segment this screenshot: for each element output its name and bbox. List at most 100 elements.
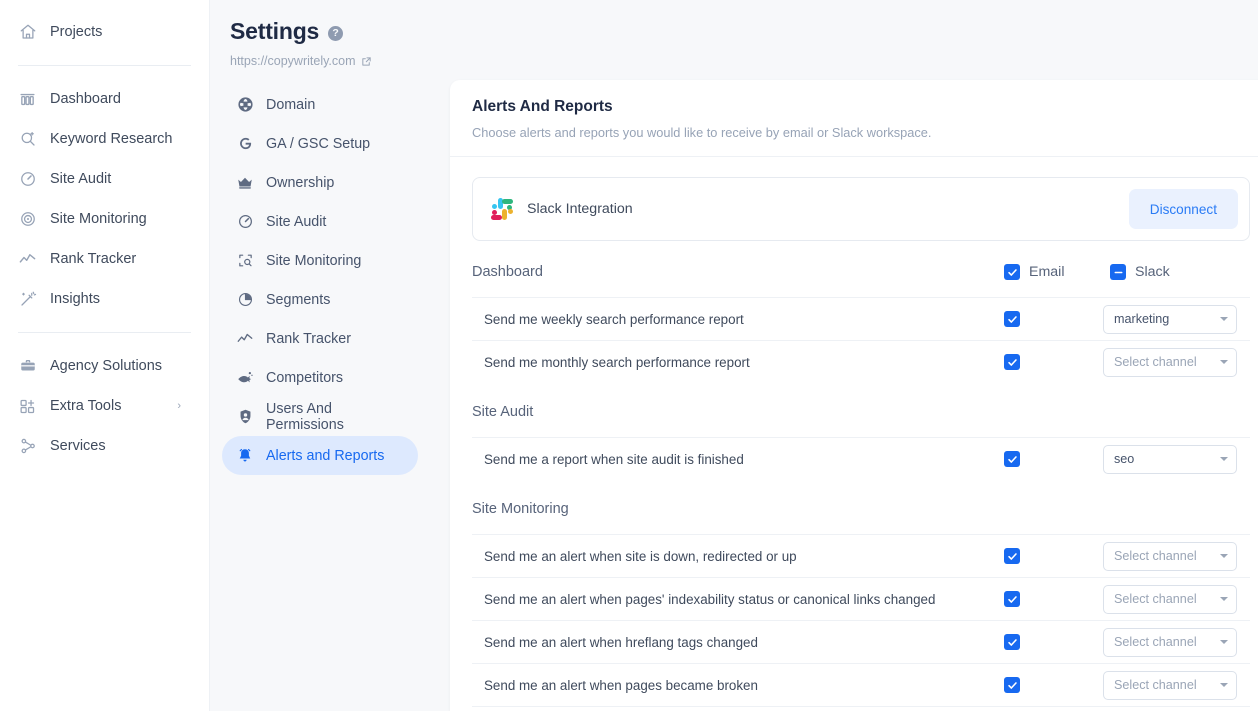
sidebar-item-services[interactable]: Services [0,426,209,466]
settings-item-alerts-and-reports[interactable]: Alerts and Reports [222,436,418,475]
alert-option-label: Send me a report when site audit is fini… [484,451,744,467]
settings-item-label: Ownership [266,174,335,191]
slack-channel-value: marketing [1114,312,1170,326]
globe-icon [236,96,254,114]
alert-email-checkbox[interactable] [1004,311,1020,327]
slack-channel-select[interactable]: Select channel [1103,541,1237,571]
card-subtitle: Choose alerts and reports you would like… [472,125,932,140]
sidebar-item-site-audit[interactable]: Site Audit [0,159,209,199]
alert-email-checkbox[interactable] [1004,591,1020,607]
alert-option-label: Send me an alert when hreflang tags chan… [484,634,758,650]
settings-item-domain[interactable]: Domain [222,85,418,124]
sidebar-item-keyword-research[interactable]: Keyword Research [0,119,209,159]
settings-header: Settings ? [222,18,418,45]
sidebar-item-label: Insights [50,291,100,307]
slack-column-toggle[interactable]: Slack [1110,264,1170,280]
chevron-down-icon [1220,457,1228,461]
help-icon[interactable]: ? [328,25,344,41]
alert-option-row: Send me an alert when pages' indexabilit… [472,577,1250,620]
extra-tools-icon [18,397,37,416]
alert-option-row: Send me an alert when site is down, redi… [472,534,1250,577]
settings-item-label: Competitors [266,369,344,386]
competitors-icon [236,369,254,387]
settings-item-segments[interactable]: Segments [222,280,418,319]
slack-logo-icon [491,198,513,220]
slack-integration-label: Slack Integration [527,201,633,217]
sidebar-item-projects[interactable]: Projects [0,12,209,52]
email-column-toggle[interactable]: Email [1004,264,1064,280]
slack-channel-select[interactable]: Select channel [1103,347,1237,377]
sidebar-divider-1 [18,65,191,66]
settings-item-ga-gsc-setup[interactable]: GA / GSC Setup [222,124,418,163]
services-icon [18,437,37,456]
chevron-down-icon [1220,640,1228,644]
disconnect-button[interactable]: Disconnect [1128,189,1238,229]
alerts-and-reports-card: Alerts And Reports Choose alerts and rep… [450,80,1258,711]
slack-channel-select[interactable]: Select channel [1103,670,1237,700]
sidebar-divider-2 [18,332,191,333]
alert-option-row: Send me an alert when hreflang tags chan… [472,620,1250,663]
settings-item-label: Site Audit [266,213,327,230]
alert-option-row: Send me monthly search performance repor… [472,340,1250,383]
card-header: Alerts And Reports Choose alerts and rep… [450,80,1258,157]
pie-chart-icon [236,291,254,309]
sidebar-item-site-monitoring[interactable]: Site Monitoring [0,199,209,239]
settings-item-label: Users And Permissions [266,400,344,433]
alert-email-checkbox[interactable] [1004,354,1020,370]
sidebar-item-dashboard[interactable]: Dashboard [0,79,209,119]
chevron-right-icon: › [177,399,181,412]
slack-channel-select[interactable]: marketing [1103,304,1237,334]
home-icon [18,23,37,42]
email-header-checkbox[interactable] [1004,264,1020,280]
external-link-icon [361,56,371,66]
settings-item-site-monitoring[interactable]: Site Monitoring [222,241,418,280]
site-monitoring-icon [18,210,37,229]
sidebar-item-extra-tools[interactable]: Extra Tools › [0,386,209,426]
site-url-link[interactable]: https://copywritely.com [230,54,418,68]
sidebar-item-label: Site Monitoring [50,211,147,227]
alert-email-checkbox[interactable] [1004,677,1020,693]
sidebar-item-label: Projects [50,24,103,40]
slack-channel-select[interactable]: Select channel [1103,627,1237,657]
sidebar-item-insights[interactable]: Insights [0,279,209,319]
slack-channel-select[interactable]: seo [1103,444,1237,474]
sidebar-item-label: Rank Tracker [50,251,137,267]
group-title: Dashboard [472,264,543,280]
settings-item-label: Domain [266,96,316,113]
slack-channel-value: seo [1114,452,1135,466]
slack-channel-value: Select channel [1114,355,1197,369]
main-content: Alerts And Reports Choose alerts and rep… [430,0,1258,711]
primary-sidebar: Projects Dashboard Keyword Research Site… [0,0,210,711]
settings-item-site-audit[interactable]: Site Audit [222,202,418,241]
card-title: Alerts And Reports [472,98,613,115]
alert-email-checkbox[interactable] [1004,451,1020,467]
alert-option-row: Send me weekly search performance report… [472,297,1250,340]
settings-item-users-and-permissions[interactable]: Users And Permissions [222,397,418,436]
email-column-label: Email [1029,264,1065,280]
alert-option-label: Send me monthly search performance repor… [484,354,750,370]
alert-option-label: Send me weekly search performance report [484,311,744,327]
sidebar-item-rank-tracker[interactable]: Rank Tracker [0,239,209,279]
alert-option-row: Send me a report when site audit is fini… [472,437,1250,480]
site-url-text: https://copywritely.com [230,54,356,68]
sidebar-item-label: Dashboard [50,91,121,107]
settings-item-ownership[interactable]: Ownership [222,163,418,202]
alert-option-label: Send me an alert when pages' indexabilit… [484,591,936,607]
slack-header-checkbox[interactable] [1110,264,1126,280]
briefcase-icon [18,357,37,376]
alert-email-checkbox[interactable] [1004,634,1020,650]
settings-item-label: Site Monitoring [266,252,362,269]
sidebar-item-label: Site Audit [50,171,112,187]
app-root: Projects Dashboard Keyword Research Site… [0,0,1258,711]
alert-option-row: Send me an alert when WordPress version,… [472,706,1250,711]
sidebar-item-label: Keyword Research [50,131,173,147]
settings-item-competitors[interactable]: Competitors [222,358,418,397]
bell-icon [236,447,254,465]
sidebar-item-agency-solutions[interactable]: Agency Solutions [0,346,209,386]
alert-email-checkbox[interactable] [1004,548,1020,564]
settings-item-rank-tracker[interactable]: Rank Tracker [222,319,418,358]
alert-groups: Dashboard Email Slack Send me weekly search… [472,247,1250,711]
google-g-icon [236,135,254,153]
slack-channel-select[interactable]: Select channel [1103,584,1237,614]
settings-item-label: Rank Tracker [266,330,352,347]
